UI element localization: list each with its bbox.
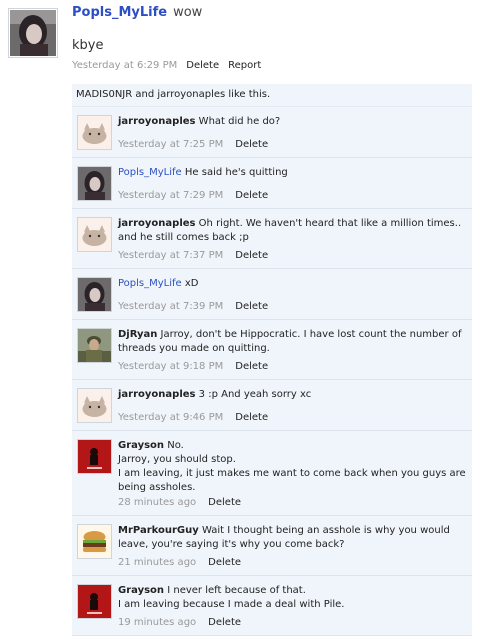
comment-item: jarroyonaples Oh right. We haven't heard… — [72, 209, 472, 269]
comment-body: jarroyonaples 3 :p And yeah sorry xc — [118, 388, 466, 402]
comment-item: jarroyonaples 3 :p And yeah sorry xc Yest… — [72, 380, 472, 431]
comment-meta: 21 minutes ago Delete — [118, 557, 241, 568]
comment-text: He said he's quitting — [181, 167, 288, 178]
comment-text: threads you made on quitting. — [118, 343, 270, 354]
comment-body: Popls_MyLife xD — [118, 277, 466, 291]
comment-text: Oh right. We haven't heard that like a m… — [195, 218, 462, 229]
delete-link[interactable]: Delete — [208, 557, 241, 568]
comment-body: DjRyan Jarroy, don't be Hippocratic. I h… — [118, 328, 466, 356]
comment-body: Grayson No. Jarroy, you should stop. I am … — [118, 439, 466, 495]
comment-timestamp: Yesterday at 9:46 PM — [118, 412, 224, 423]
comment-text: What did he do? — [195, 116, 281, 127]
comment-author-link[interactable]: Popls_MyLife — [118, 278, 182, 289]
comment-item: MrParkourGuy Wait I thought being an ass… — [72, 516, 472, 576]
avatar[interactable] — [8, 8, 58, 58]
comment-body: MrParkourGuy Wait I thought being an ass… — [118, 524, 466, 552]
comment-timestamp: 28 minutes ago — [118, 497, 197, 508]
comment-timestamp: Yesterday at 9:18 PM — [118, 361, 224, 372]
comment-meta: Yesterday at 9:46 PM Delete — [118, 412, 268, 423]
comment-avatar[interactable] — [77, 277, 112, 312]
post-timestamp: Yesterday at 6:29 PM — [72, 60, 178, 71]
comment-text: being assholes. — [118, 482, 196, 493]
comment-author-link[interactable]: jarroyonaples — [118, 218, 196, 229]
comment-avatar[interactable] — [77, 217, 112, 252]
comment-meta: Yesterday at 7:25 PM Delete — [118, 139, 268, 150]
comment-text: and he still comes back ;p — [118, 232, 249, 243]
delete-link[interactable]: Delete — [235, 301, 268, 312]
comment-author-link[interactable]: MrParkourGuy — [118, 525, 199, 536]
comment-text: I am leaving because I made a deal with … — [118, 599, 345, 610]
post-author-name[interactable]: Popls_MyLife — [72, 5, 167, 20]
delete-link[interactable]: Delete — [235, 139, 268, 150]
comment-text: No. — [164, 440, 184, 451]
delete-link[interactable]: Delete — [208, 497, 241, 508]
comment-avatar[interactable] — [77, 524, 112, 559]
comment-timestamp: Yesterday at 7:39 PM — [118, 301, 224, 312]
comment-author-link[interactable]: jarroyonaples — [118, 389, 196, 400]
comment-item: jarroyonaples What did he do? Yesterday a… — [72, 107, 472, 158]
comment-avatar[interactable] — [77, 439, 112, 474]
comment-text: xD — [181, 278, 199, 289]
comment-text: Wait I thought being an asshole is why y… — [198, 525, 450, 536]
report-link[interactable]: Report — [228, 60, 261, 71]
comment-author-link[interactable]: jarroyonaples — [118, 116, 196, 127]
comment-timestamp: Yesterday at 7:29 PM — [118, 190, 224, 201]
comment-meta: Yesterday at 9:18 PM Delete — [118, 361, 268, 372]
comment-body: Grayson I never left because of that. I a… — [118, 584, 466, 612]
comment-body: Popls_MyLife He said he's quitting — [118, 166, 466, 180]
comment-meta: 28 minutes ago Delete — [118, 497, 241, 508]
comment-item: Popls_MyLife He said he's quitting Yester… — [72, 158, 472, 209]
post-author-link[interactable]: Popls_MyLife wow — [72, 5, 202, 20]
comment-meta: Yesterday at 7:39 PM Delete — [118, 301, 268, 312]
comment-text: I never left because of that. — [164, 585, 306, 596]
comment-timestamp: Yesterday at 7:25 PM — [118, 139, 224, 150]
comment-meta: Yesterday at 7:29 PM Delete — [118, 190, 268, 201]
comment-avatar[interactable] — [77, 115, 112, 150]
post-message: kbye — [72, 38, 104, 53]
comment-text: 3 :p And yeah sorry xc — [195, 389, 312, 400]
comment-body: jarroyonaples Oh right. We haven't heard… — [118, 217, 466, 245]
profile-post: Popls_MyLife wow kbye Yesterday at 6:29 P… — [0, 0, 500, 643]
comment-timestamp: 21 minutes ago — [118, 557, 197, 568]
comment-author-link[interactable]: Popls_MyLife — [118, 167, 182, 178]
comment-item: Grayson No. Jarroy, you should stop. I am … — [72, 431, 472, 516]
comment-author-link[interactable]: DjRyan — [118, 329, 157, 340]
comment-item: Popls_MyLife xD Yesterday at 7:39 PM Delet… — [72, 269, 472, 320]
delete-link[interactable]: Delete — [235, 190, 268, 201]
delete-link[interactable]: Delete — [208, 617, 241, 628]
comment-meta: 19 minutes ago Delete — [118, 617, 241, 628]
comment-timestamp: Yesterday at 7:37 PM — [118, 250, 224, 261]
delete-link[interactable]: Delete — [235, 412, 268, 423]
comment-avatar[interactable] — [77, 166, 112, 201]
comment-text: Jarroy, you should stop. — [118, 454, 236, 465]
post-title: wow — [173, 5, 203, 20]
delete-link[interactable]: Delete — [186, 60, 219, 71]
comment-item: Grayson I never left because of that. I a… — [72, 576, 472, 636]
post-meta: Yesterday at 6:29 PM Delete Report — [72, 60, 261, 71]
comment-text: Jarroy, don't be Hippocratic. I have los… — [157, 329, 462, 340]
comment-author-link[interactable]: Grayson — [118, 585, 164, 596]
comment-meta: Yesterday at 7:37 PM Delete — [118, 250, 268, 261]
comment-avatar[interactable] — [77, 388, 112, 423]
likes-summary: MADIS0NJR and jarroyonaples like this. — [72, 84, 472, 107]
comment-author-link[interactable]: Grayson — [118, 440, 164, 451]
comment-avatar[interactable] — [77, 328, 112, 363]
delete-link[interactable]: Delete — [235, 361, 268, 372]
comment-timestamp: 19 minutes ago — [118, 617, 197, 628]
comments-list: jarroyonaples What did he do? Yesterday a… — [72, 107, 472, 636]
comment-text: leave, you're saying it's why you come b… — [118, 539, 345, 550]
comment-text: I am leaving, it just makes me want to c… — [118, 468, 466, 479]
comment-avatar[interactable] — [77, 584, 112, 619]
delete-link[interactable]: Delete — [235, 250, 268, 261]
comment-body: jarroyonaples What did he do? — [118, 115, 466, 129]
comment-item: DjRyan Jarroy, don't be Hippocratic. I h… — [72, 320, 472, 380]
